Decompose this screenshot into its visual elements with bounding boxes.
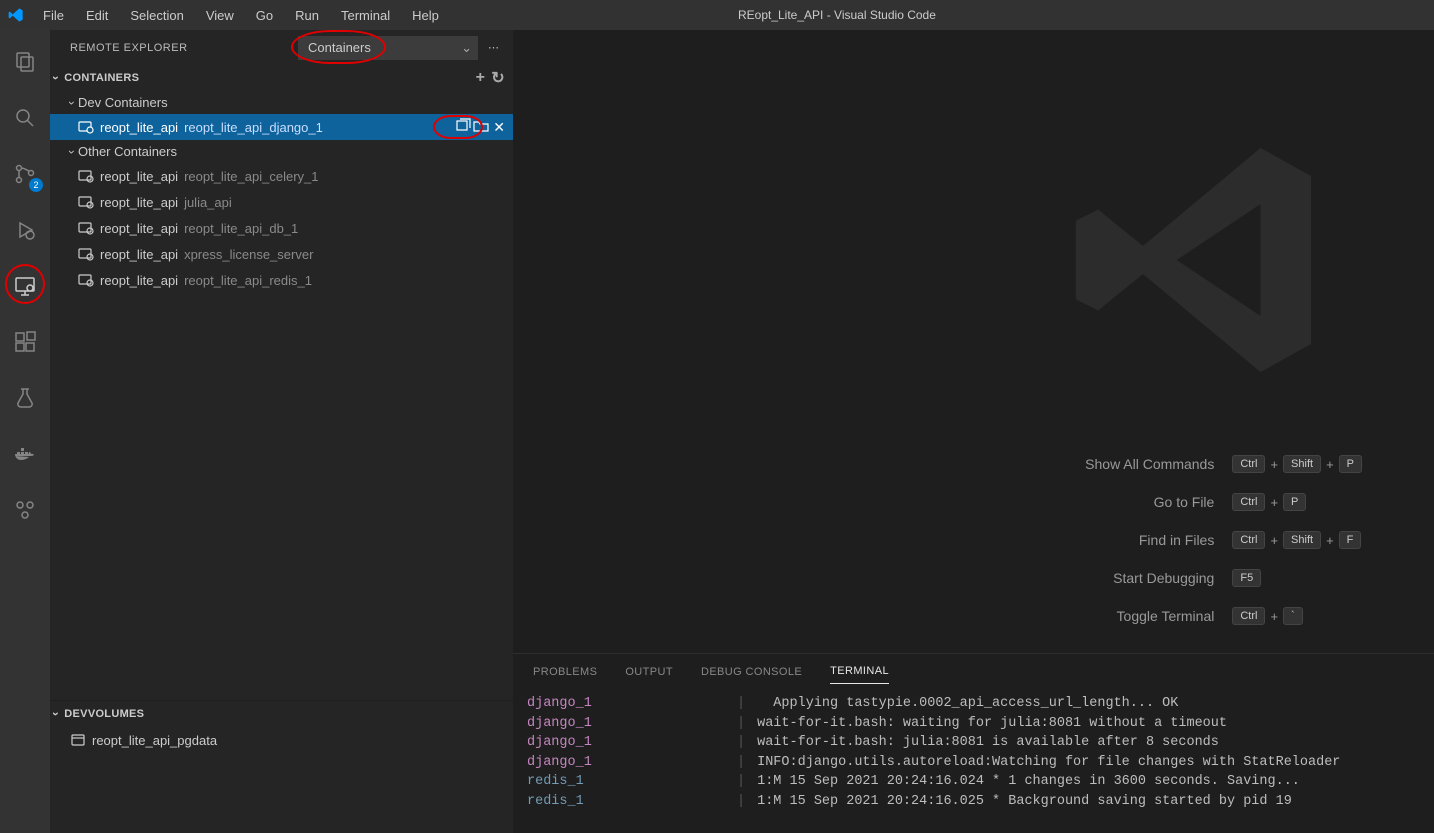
- container-detail: xpress_license_server: [184, 247, 313, 262]
- container-icon: [78, 272, 94, 288]
- editor-area: Show All Commands Ctrl+Shift+P Go to Fil…: [513, 30, 1434, 833]
- shortcut-keys: F5: [1232, 569, 1362, 587]
- dropdown-value: Containers: [308, 40, 371, 55]
- menu-help[interactable]: Help: [403, 4, 448, 27]
- chevron-down-icon: ⌄: [461, 40, 472, 56]
- refresh-icon[interactable]: ↻: [489, 66, 507, 90]
- tab-terminal[interactable]: TERMINAL: [830, 659, 889, 684]
- shortcut-label: Toggle Terminal: [1085, 608, 1214, 624]
- source-control-badge: 2: [29, 178, 43, 192]
- container-detail: julia_api: [184, 195, 232, 210]
- dev-container-item[interactable]: reopt_lite_api reopt_lite_api_django_1 ✕: [50, 114, 513, 140]
- other-container-item[interactable]: reopt_lite_api xpress_license_server: [50, 241, 513, 267]
- section-label: Dev Containers: [78, 95, 168, 110]
- sidebar-title: REMOTE EXPLORER: [70, 42, 290, 54]
- activity-explorer[interactable]: [1, 38, 49, 86]
- activity-remote-explorer[interactable]: [1, 262, 49, 310]
- welcome-shortcuts: Show All Commands Ctrl+Shift+P Go to Fil…: [1085, 455, 1362, 625]
- devvolumes-section-header[interactable]: › DEVVOLUMES: [50, 701, 513, 727]
- container-icon: [78, 194, 94, 210]
- chevron-down-icon: ›: [65, 101, 79, 105]
- chevron-down-icon: ›: [49, 712, 63, 716]
- sidebar-header: REMOTE EXPLORER Containers ⌄ ⋯: [50, 30, 513, 65]
- section-label: CONTAINERS: [64, 72, 139, 84]
- container-icon: [78, 220, 94, 236]
- bottom-panel: PROBLEMS OUTPUT DEBUG CONSOLE TERMINAL d…: [513, 653, 1434, 833]
- container-detail: reopt_lite_api_db_1: [184, 221, 298, 236]
- devvolume-item[interactable]: reopt_lite_api_pgdata: [50, 727, 513, 753]
- other-containers-header[interactable]: › Other Containers: [50, 140, 513, 163]
- title-bar: File Edit Selection View Go Run Terminal…: [0, 0, 1434, 30]
- close-icon[interactable]: ✕: [491, 119, 507, 136]
- menu-selection[interactable]: Selection: [121, 4, 192, 27]
- menu-file[interactable]: File: [34, 4, 73, 27]
- container-icon: [78, 168, 94, 184]
- activity-docker[interactable]: [1, 430, 49, 478]
- other-container-item[interactable]: reopt_lite_api reopt_lite_api_db_1: [50, 215, 513, 241]
- shortcut-label: Show All Commands: [1085, 456, 1214, 472]
- container-name: reopt_lite_api: [100, 195, 178, 210]
- activity-kubernetes[interactable]: [1, 486, 49, 534]
- volume-icon: [70, 732, 86, 748]
- vscode-logo-icon: [8, 7, 24, 23]
- more-actions-icon[interactable]: ⋯: [486, 39, 501, 56]
- section-label: DEVVOLUMES: [64, 708, 144, 720]
- panel-tabs: PROBLEMS OUTPUT DEBUG CONSOLE TERMINAL: [513, 654, 1434, 689]
- shortcut-label: Find in Files: [1085, 532, 1214, 548]
- sidebar: REMOTE EXPLORER Containers ⌄ ⋯ › CONTAIN…: [50, 30, 513, 833]
- new-window-icon[interactable]: [455, 118, 471, 137]
- vscode-watermark-icon: [1059, 120, 1339, 400]
- open-folder-icon[interactable]: [473, 118, 489, 137]
- shortcut-label: Go to File: [1085, 494, 1214, 510]
- menu-edit[interactable]: Edit: [77, 4, 117, 27]
- shortcut-label: Start Debugging: [1085, 570, 1214, 586]
- shortcut-keys: Ctrl+Shift+P: [1232, 455, 1362, 473]
- activity-extensions[interactable]: [1, 318, 49, 366]
- activity-run-debug[interactable]: [1, 206, 49, 254]
- other-container-item[interactable]: reopt_lite_api reopt_lite_api_celery_1: [50, 163, 513, 189]
- menu-terminal[interactable]: Terminal: [332, 4, 399, 27]
- container-name: reopt_lite_api: [100, 273, 178, 288]
- tab-debug-console[interactable]: DEBUG CONSOLE: [701, 660, 802, 684]
- menu-go[interactable]: Go: [247, 4, 282, 27]
- tab-output[interactable]: OUTPUT: [625, 660, 673, 684]
- containers-section-header[interactable]: › CONTAINERS + ↻: [50, 65, 513, 91]
- shortcut-keys: Ctrl+Shift+F: [1232, 531, 1362, 549]
- container-detail: reopt_lite_api_redis_1: [184, 273, 312, 288]
- other-container-item[interactable]: reopt_lite_api julia_api: [50, 189, 513, 215]
- volume-name: reopt_lite_api_pgdata: [92, 733, 217, 748]
- dev-containers-header[interactable]: › Dev Containers: [50, 91, 513, 114]
- container-detail: reopt_lite_api_django_1: [184, 120, 323, 135]
- terminal-output[interactable]: django_1| Applying tastypie.0002_api_acc…: [513, 689, 1434, 833]
- menu-bar: File Edit Selection View Go Run Terminal…: [34, 4, 448, 27]
- chevron-down-icon: ›: [65, 150, 79, 154]
- remote-type-dropdown[interactable]: Containers ⌄: [298, 36, 478, 60]
- activity-testing[interactable]: [1, 374, 49, 422]
- activity-search[interactable]: [1, 94, 49, 142]
- chevron-down-icon: ›: [49, 76, 63, 80]
- container-name: reopt_lite_api: [100, 120, 178, 135]
- menu-run[interactable]: Run: [286, 4, 328, 27]
- container-icon: [78, 119, 94, 135]
- container-name: reopt_lite_api: [100, 247, 178, 262]
- container-icon: [78, 246, 94, 262]
- container-name: reopt_lite_api: [100, 221, 178, 236]
- activity-bar: 2: [0, 30, 50, 833]
- shortcut-keys: Ctrl+P: [1232, 493, 1362, 511]
- activity-source-control[interactable]: 2: [1, 150, 49, 198]
- container-name: reopt_lite_api: [100, 169, 178, 184]
- shortcut-keys: Ctrl+`: [1232, 607, 1362, 625]
- window-title: REopt_Lite_API - Visual Studio Code: [448, 8, 1226, 22]
- editor-empty: Show All Commands Ctrl+Shift+P Go to Fil…: [513, 30, 1434, 653]
- new-container-icon[interactable]: +: [474, 67, 488, 89]
- menu-view[interactable]: View: [197, 4, 243, 27]
- container-detail: reopt_lite_api_celery_1: [184, 169, 318, 184]
- other-container-item[interactable]: reopt_lite_api reopt_lite_api_redis_1: [50, 267, 513, 293]
- tab-problems[interactable]: PROBLEMS: [533, 660, 597, 684]
- section-label: Other Containers: [78, 144, 177, 159]
